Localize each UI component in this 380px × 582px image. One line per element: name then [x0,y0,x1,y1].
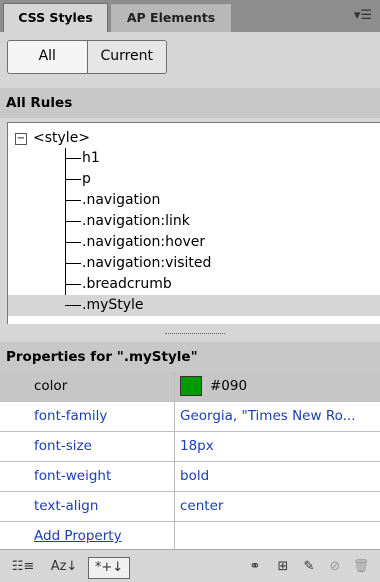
rule-item[interactable]: .navigation:visited [65,253,211,274]
property-row-color[interactable]: color #090 [0,372,380,402]
property-value[interactable]: bold [176,462,380,491]
properties-heading: Properties for ".myStyle" [0,342,380,372]
all-rules-heading: All Rules [0,88,380,118]
view-mode-toggle: All Current [7,40,167,74]
panel-tab-bar: CSS Styles AP Elements ▾☰ [0,0,380,32]
category-view-icon[interactable]: ☷≡ [10,557,36,577]
tree-root-label: <style> [33,130,91,146]
rule-item[interactable]: h1 [65,148,100,169]
attach-style-sheet-icon[interactable]: ⚭ [244,557,266,577]
property-name[interactable]: font-size [0,432,175,461]
add-property-link[interactable]: Add Property [0,522,175,551]
property-name[interactable]: font-weight [0,462,175,491]
color-swatch[interactable] [180,376,202,396]
edit-rule-icon[interactable]: ✎ [298,557,320,577]
property-row-font-weight[interactable]: font-weight bold [0,462,380,492]
delete-icon[interactable]: 🗑 [350,557,372,577]
property-name[interactable]: color [0,372,175,401]
tree-root-style[interactable]: − <style> [15,128,90,148]
rule-item[interactable]: .breadcrumb [65,274,172,295]
property-row-font-size[interactable]: font-size 18px [0,432,380,462]
tab-ap-elements[interactable]: AP Elements [110,3,232,32]
all-mode-button[interactable]: All [8,41,88,73]
alphabetical-view-icon[interactable]: Az↓ [44,557,84,577]
properties-grid: color #090 font-family Georgia, "Times N… [0,372,380,552]
bottom-toolbar: ☷≡ Az↓ *+↓ ⚭ ⊞ ✎ ⊘ 🗑 [0,549,380,582]
rules-tree: − <style> h1 p .navigation .navigation:li… [7,122,380,325]
property-value[interactable]: center [176,492,380,521]
splitter-grip-icon[interactable] [165,333,225,337]
add-property-value[interactable] [176,522,380,551]
property-value[interactable]: 18px [176,432,380,461]
current-mode-button[interactable]: Current [87,41,166,73]
collapse-icon[interactable]: − [15,133,27,145]
rule-item[interactable]: p [65,169,91,190]
new-css-rule-icon[interactable]: ⊞ [272,557,294,577]
property-row-font-family[interactable]: font-family Georgia, "Times New Ro... [0,402,380,432]
panel-options-menu-icon[interactable]: ▾☰ [354,8,372,23]
property-value[interactable]: Georgia, "Times New Ro... [176,402,380,431]
property-name[interactable]: font-family [0,402,175,431]
rule-item[interactable]: .navigation:hover [65,232,205,253]
rule-item[interactable]: .navigation:link [65,211,190,232]
rule-item-selected[interactable]: .myStyle [8,295,380,316]
add-property-row[interactable]: Add Property [0,522,380,552]
set-properties-view-icon[interactable]: *+↓ [88,557,130,579]
property-value[interactable]: #090 [176,372,380,401]
tab-css-styles[interactable]: CSS Styles [3,3,108,32]
property-row-text-align[interactable]: text-align center [0,492,380,522]
rule-item[interactable]: .navigation [65,190,160,211]
disable-property-icon[interactable]: ⊘ [324,557,346,577]
property-name[interactable]: text-align [0,492,175,521]
